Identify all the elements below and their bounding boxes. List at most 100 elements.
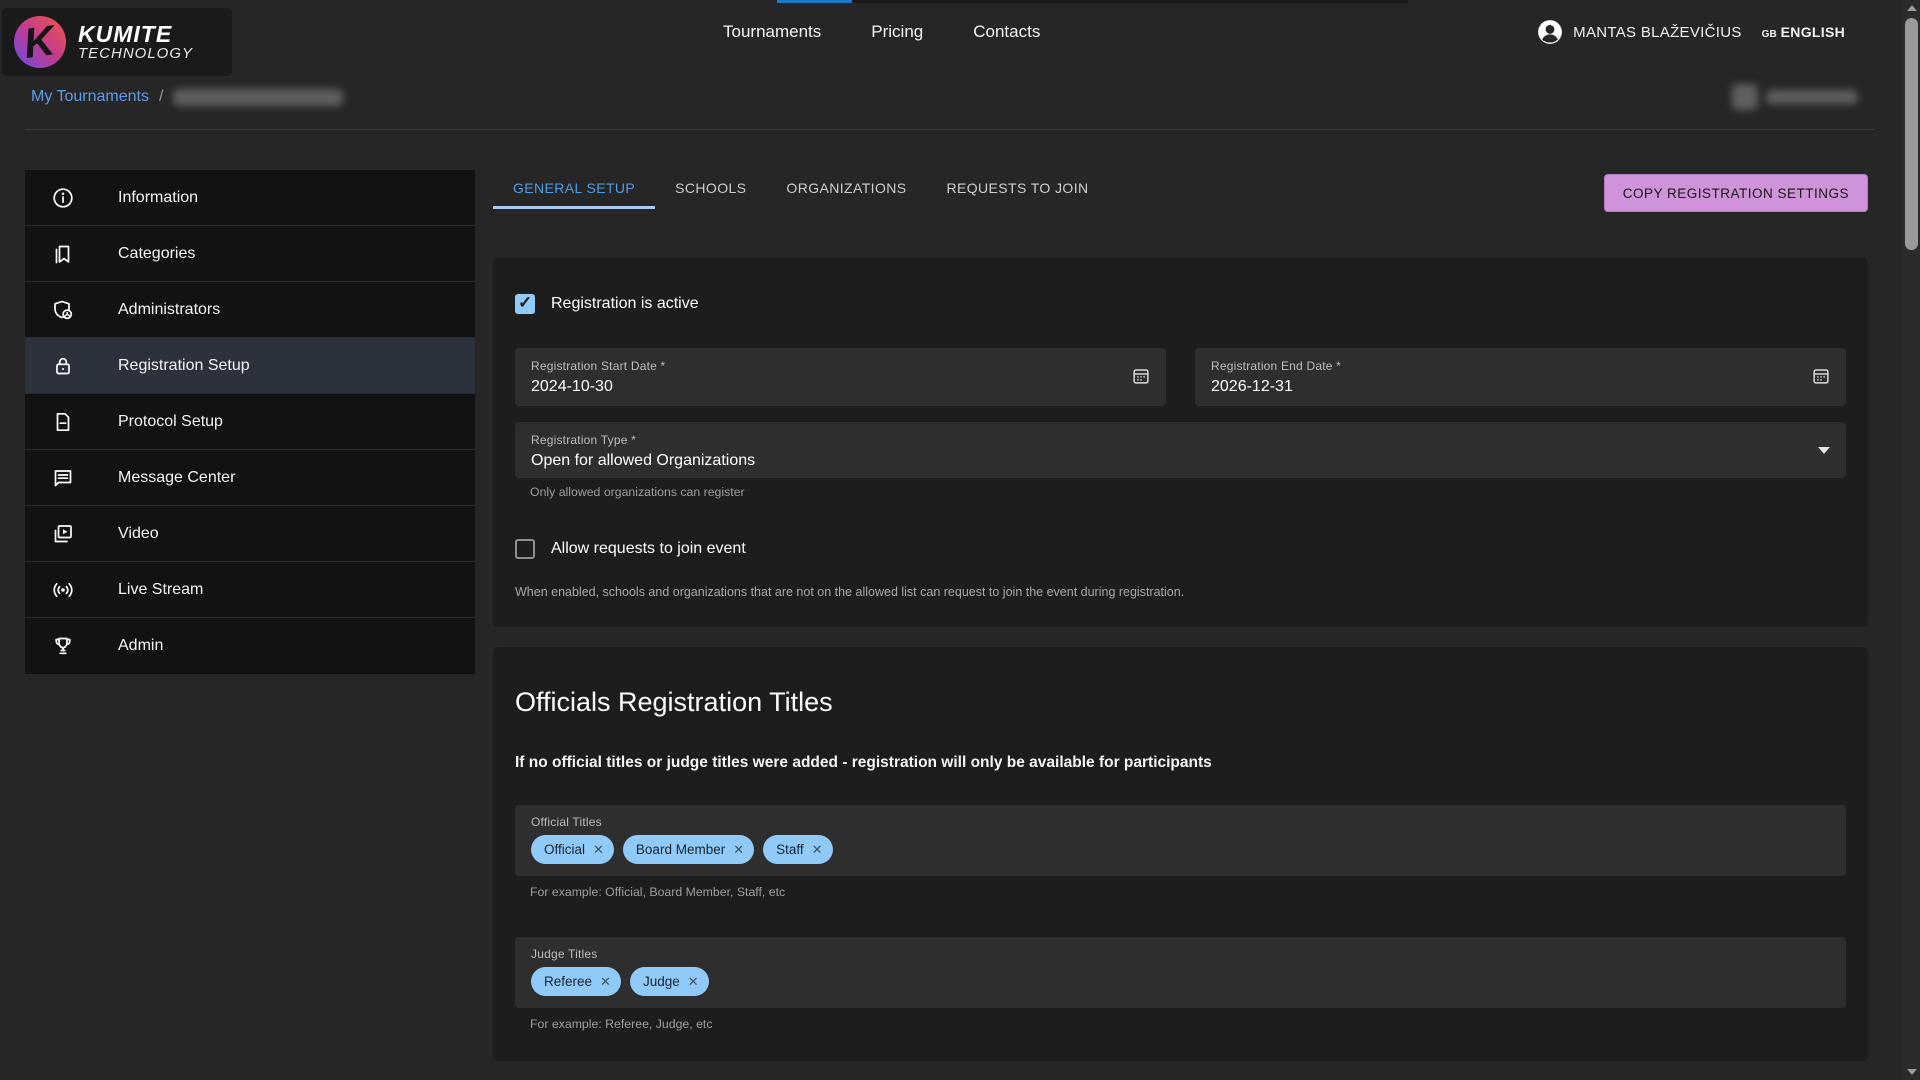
breadcrumb-current-redacted	[173, 89, 343, 106]
chip-staff[interactable]: Staff ✕	[763, 835, 832, 864]
chip-label: Official	[544, 842, 585, 857]
logo-letter: K	[21, 19, 57, 65]
official-titles-label: Official Titles	[531, 815, 1830, 829]
registration-active-label: Registration is active	[551, 295, 699, 313]
chip-board-member[interactable]: Board Member ✕	[623, 835, 754, 864]
copy-registration-settings-button[interactable]: COPY REGISTRATION SETTINGS	[1604, 174, 1868, 212]
calendar-badge-icon	[1732, 84, 1758, 110]
tournament-sidebar: Information Categories Administrators Re…	[25, 170, 475, 674]
sidebar-label: Live Stream	[118, 581, 203, 599]
breadcrumb-divider	[25, 129, 1875, 130]
calendar-icon[interactable]	[1810, 365, 1832, 387]
chevron-down-icon	[1818, 447, 1830, 454]
chip-judge[interactable]: Judge ✕	[630, 967, 709, 996]
brand-text: KUMITE TECHNOLOGY	[78, 22, 193, 62]
user-name[interactable]: MANTAS BLAŽEVIČIUS	[1573, 24, 1742, 41]
chip-label: Board Member	[636, 842, 725, 857]
language-selector[interactable]: GB ENGLISH	[1762, 24, 1845, 40]
chip-label: Judge	[643, 974, 680, 989]
chip-label: Referee	[544, 974, 592, 989]
page-scrollbar[interactable]	[1903, 0, 1920, 1080]
badge-date-redacted	[1766, 90, 1858, 104]
brand-subtitle: TECHNOLOGY	[78, 46, 193, 62]
trophy-icon	[51, 634, 75, 658]
sidebar-item-administrators[interactable]: Administrators	[25, 282, 475, 338]
judge-titles-helper: For example: Referee, Judge, etc	[530, 1017, 1846, 1031]
sidebar-label: Protocol Setup	[118, 413, 223, 431]
scrollbar-up-button[interactable]	[1903, 0, 1920, 16]
registration-type-select[interactable]: Registration Type * Open for allowed Org…	[515, 422, 1846, 478]
chip-remove-icon[interactable]: ✕	[600, 975, 611, 988]
breadcrumb-my-tournaments-link[interactable]: My Tournaments	[31, 88, 149, 106]
end-date-value: 2026-12-31	[1211, 378, 1830, 396]
chip-remove-icon[interactable]: ✕	[688, 975, 699, 988]
sidebar-label: Information	[118, 189, 198, 207]
scrollbar-down-button[interactable]	[1903, 1064, 1920, 1080]
officials-section-subtitle: If no official titles or judge titles we…	[515, 754, 1846, 772]
top-navigation: Tournaments Pricing Contacts	[723, 0, 1040, 64]
sidebar-item-information[interactable]: Information	[25, 170, 475, 226]
allow-requests-checkbox-row[interactable]: Allow requests to join event	[515, 539, 1846, 559]
sidebar-item-protocol-setup[interactable]: Protocol Setup	[25, 394, 475, 450]
tab-schools[interactable]: SCHOOLS	[655, 170, 766, 209]
user-area: MANTAS BLAŽEVIČIUS GB ENGLISH	[1537, 0, 1845, 64]
sidebar-item-categories[interactable]: Categories	[25, 226, 475, 282]
bookmark-icon	[51, 242, 75, 266]
nav-pricing[interactable]: Pricing	[871, 22, 923, 42]
breadcrumb-row: My Tournaments /	[0, 64, 1903, 142]
breadcrumb-separator: /	[159, 88, 163, 106]
sidebar-label: Message Center	[118, 469, 235, 487]
registration-active-checkbox-row[interactable]: Registration is active	[515, 294, 1846, 314]
shield-person-icon	[51, 298, 75, 322]
chip-label: Staff	[776, 842, 804, 857]
registration-end-date-field[interactable]: Registration End Date * 2026-12-31	[1195, 348, 1846, 406]
officials-section-title: Officials Registration Titles	[515, 687, 1846, 718]
start-date-label: Registration Start Date *	[531, 359, 1150, 373]
allow-requests-checkbox[interactable]	[515, 539, 535, 559]
sidebar-label: Administrators	[118, 301, 220, 319]
lock-icon	[51, 354, 75, 378]
official-titles-helper: For example: Official, Board Member, Sta…	[530, 885, 1846, 899]
dates-row: Registration Start Date * 2024-10-30 Reg…	[515, 348, 1846, 406]
sidebar-item-registration-setup[interactable]: Registration Setup	[25, 338, 475, 394]
video-library-icon	[51, 522, 75, 546]
sidebar-item-message-center[interactable]: Message Center	[25, 450, 475, 506]
tab-general-setup[interactable]: GENERAL SETUP	[493, 170, 655, 209]
nav-contacts[interactable]: Contacts	[973, 22, 1040, 42]
start-date-value: 2024-10-30	[531, 378, 1150, 396]
scrollbar-thumb[interactable]	[1905, 18, 1918, 250]
chip-remove-icon[interactable]: ✕	[812, 843, 823, 856]
chat-icon	[51, 466, 75, 490]
official-titles-chips: Official ✕ Board Member ✕ Staff ✕	[531, 835, 1830, 864]
judge-titles-input[interactable]: Judge Titles Referee ✕ Judge ✕	[515, 937, 1846, 1008]
sidebar-label: Admin	[118, 637, 163, 655]
sidebar-item-live-stream[interactable]: Live Stream	[25, 562, 475, 618]
app-header: K KUMITE TECHNOLOGY Tournaments Pricing …	[0, 0, 1903, 64]
sidebar-item-admin[interactable]: Admin	[25, 618, 475, 674]
calendar-icon[interactable]	[1130, 365, 1152, 387]
registration-start-date-field[interactable]: Registration Start Date * 2024-10-30	[515, 348, 1166, 406]
language-code: GB	[1762, 29, 1777, 40]
chip-remove-icon[interactable]: ✕	[593, 843, 604, 856]
user-avatar-icon[interactable]	[1537, 19, 1563, 45]
language-label: ENGLISH	[1781, 24, 1845, 40]
registration-active-checkbox[interactable]	[515, 294, 535, 314]
tab-requests-to-join[interactable]: REQUESTS TO JOIN	[926, 170, 1108, 209]
sidebar-label: Categories	[118, 245, 195, 263]
judge-titles-chips: Referee ✕ Judge ✕	[531, 967, 1830, 996]
main-content: GENERAL SETUP SCHOOLS ORGANIZATIONS REQU…	[493, 170, 1868, 1080]
judge-titles-label: Judge Titles	[531, 947, 1830, 961]
nav-tournaments[interactable]: Tournaments	[723, 22, 821, 42]
registration-type-value: Open for allowed Organizations	[531, 452, 1830, 470]
tab-organizations[interactable]: ORGANIZATIONS	[766, 170, 926, 209]
chip-official[interactable]: Official ✕	[531, 835, 614, 864]
chip-referee[interactable]: Referee ✕	[531, 967, 621, 996]
brand-logo[interactable]: K KUMITE TECHNOLOGY	[2, 8, 232, 76]
official-titles-input[interactable]: Official Titles Official✕Board Member✕St…	[515, 805, 1846, 876]
end-date-label: Registration End Date *	[1211, 359, 1830, 373]
event-date-badge-redacted	[1732, 82, 1858, 112]
brand-title: KUMITE	[78, 22, 193, 46]
sidebar-item-video[interactable]: Video	[25, 506, 475, 562]
document-icon	[51, 410, 75, 434]
chip-remove-icon[interactable]: ✕	[733, 843, 744, 856]
